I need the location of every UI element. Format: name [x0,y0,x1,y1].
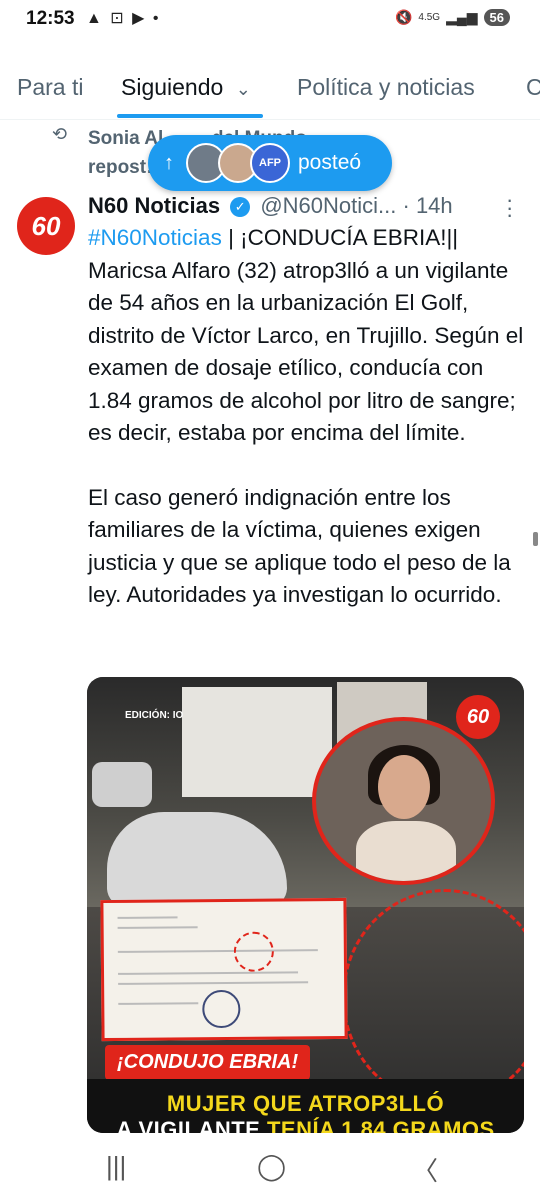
divider [0,119,540,120]
hashtag-link[interactable]: #N60Noticias [88,225,222,250]
doc-line [117,926,198,929]
tab-siguiendo[interactable]: Siguiendo ⌄ [121,74,251,101]
tab-siguiendo-label: Siguiendo [121,74,224,100]
new-posts-pill[interactable]: ↑ AFP posteó [148,135,392,191]
n60-logo: 60 [456,695,500,739]
chevron-down-icon[interactable]: ⌄ [236,79,251,99]
active-tab-indicator [117,114,263,118]
doc-line [118,1002,199,1005]
tweet-paragraph-1-text: | ¡CONDUCÍA EBRIA!|| Maricsa Alfaro (32)… [88,225,524,445]
building-wall [182,687,332,797]
seal-stamp [202,989,241,1029]
system-nav-bar: ||| ◯ 〈 [0,1133,540,1200]
battery-icon: 56 [483,9,510,26]
headline-line-1: MUJER QUE ATROP3LLÓ [166,1091,445,1116]
driver-face [378,755,430,819]
home-icon[interactable]: ◯ [257,1151,286,1182]
tweet-paragraph-1: #N60Noticias | ¡CONDUCÍA EBRIA!|| Marics… [88,222,528,450]
author-name[interactable]: N60 Noticias [88,193,220,218]
tab-next[interactable]: C [526,74,540,101]
pill-avatars: AFP [186,143,290,183]
scrollbar-thumb[interactable] [533,532,538,546]
condujo-ebria-badge: ¡CONDUJO EBRIA! [105,1045,311,1080]
more-options-icon[interactable]: · · · [506,188,513,225]
edition-label: EDICIÓN: IO [125,710,184,721]
signal-icon: ▂▄▆ [446,9,478,25]
status-time: 12:53 [26,8,75,29]
author-handle[interactable]: @N60Notici... [260,193,396,218]
tweet-image[interactable]: EDICIÓN: IO 60 ¡CONDUJO EBRIA! MUJER QUE… [87,677,524,1133]
verified-badge-icon: ✓ [230,197,251,218]
back-icon[interactable]: 〈 [412,1151,438,1188]
parked-car [92,762,152,807]
recents-icon[interactable]: ||| [106,1151,126,1182]
tweet-header: N60 Noticias ✓ @N60Notici... · 14h [88,193,453,219]
mute-icon: 🔇 [394,9,413,25]
tab-politica-y-noticias[interactable]: Política y noticias [297,74,475,101]
tweet-time[interactable]: 14h [416,193,453,218]
system-icons: 🔇 4.5G ▂▄▆ 56 [395,9,510,26]
doc-line [117,916,178,919]
doc-line [118,981,309,985]
driver-inset [312,717,495,885]
avatar-afp: AFP [250,143,290,183]
doc-line [117,949,318,953]
network-label: 4.5G [418,12,441,23]
repost-icon: ⟲ [52,124,68,144]
notification-icons: ▲ ⊡ ▶ • [86,10,161,27]
separator: · [402,193,410,218]
tab-para-ti[interactable]: Para ti [17,74,83,101]
headline-line-2a: A VIGILANTE [116,1117,267,1133]
timeline-tabs: Para ti Siguiendo ⌄ Política y noticias … [0,60,540,120]
tweet-paragraph-2: El caso generó indignación entre los fam… [88,484,511,608]
tweet-body: #N60Noticias | ¡CONDUCÍA EBRIA!|| Marics… [88,222,528,612]
driver-body [356,821,456,881]
headline-line-2b: TENÍA 1.84 GRAMOS [266,1117,495,1133]
doc-line [118,971,299,975]
status-bar: 12:53 ▲ ⊡ ▶ • 🔇 4.5G ▂▄▆ 56 [0,0,540,40]
arrow-up-icon: ↑ [164,151,174,174]
author-avatar[interactable]: 60 [17,197,75,255]
test-document [100,897,348,1042]
pill-label: posteó [298,151,362,174]
highlight-circle [233,931,275,972]
headline-line-2: A VIGILANTE TENÍA 1.84 GRAMOS [87,1117,524,1133]
